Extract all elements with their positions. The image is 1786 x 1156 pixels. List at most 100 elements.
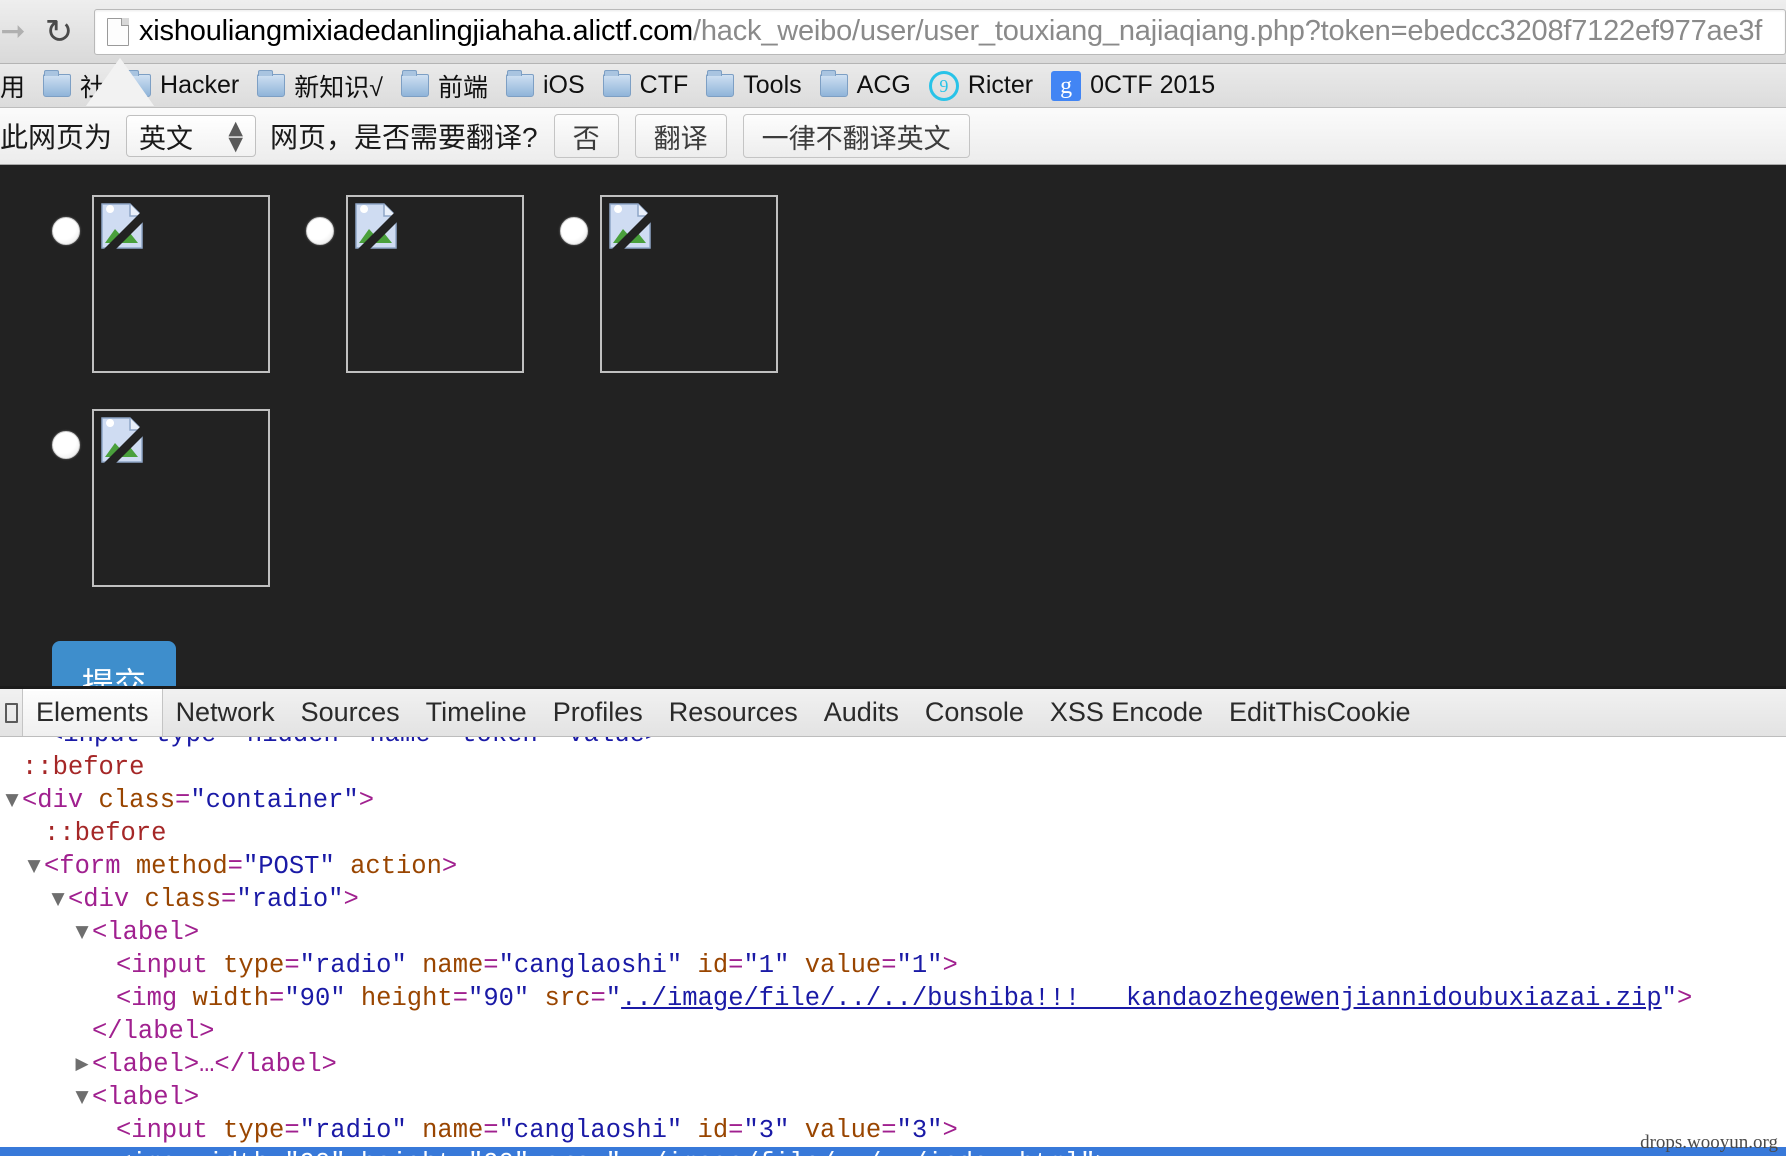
avatar-image-2[interactable]: [346, 195, 524, 373]
radio-label-4[interactable]: [52, 409, 270, 587]
devtools-tabbar: Elements Network Sources Timeline Profil…: [0, 689, 1786, 737]
avatar-image-4[interactable]: [92, 409, 270, 587]
dom-line-clipped[interactable]: <input type="hidden" name="token" value>: [0, 737, 1786, 751]
translate-button[interactable]: 翻译: [635, 114, 727, 158]
twisty-open-icon[interactable]: ▼: [72, 1081, 92, 1114]
twisty-open-icon[interactable]: ▼: [2, 784, 22, 817]
ricter-circle-icon: 9: [929, 71, 959, 101]
folder-icon: [603, 74, 631, 97]
chevron-up-down-icon: ▲▼: [228, 120, 243, 152]
radio-input-2[interactable]: [306, 217, 334, 245]
radio-group: [52, 195, 832, 623]
bookmark-label: ACG: [857, 71, 911, 100]
twisty-closed-icon[interactable]: ▶: [72, 1048, 92, 1081]
dom-line-input-1[interactable]: <input type="radio" name="canglaoshi" id…: [0, 949, 1786, 982]
forward-arrow-icon[interactable]: ➞: [0, 17, 34, 47]
dom-line-input-3[interactable]: <input type="radio" name="canglaoshi" id…: [0, 1114, 1786, 1147]
translate-no-button[interactable]: 否: [554, 114, 619, 158]
watermark: drops.wooyun.org: [1640, 1132, 1778, 1154]
submit-button[interactable]: 提交: [52, 641, 176, 686]
folder-icon: [43, 74, 71, 97]
url-host: xishouliangmixiadedanlingjiahaha.alictf.…: [139, 15, 693, 47]
bookmark-label: Hacker: [160, 71, 239, 100]
bookmarks-bar: 用 社 Hacker 新知识√ 前端 iOS CTF Tools: [0, 64, 1786, 108]
bookmark-item-ricter[interactable]: 9 Ricter: [920, 68, 1042, 104]
radio-label-3[interactable]: [560, 195, 778, 373]
bookmark-label: 用: [0, 68, 25, 104]
url-text: xishouliangmixiadedanlingjiahaha.alictf.…: [139, 15, 1762, 48]
translate-infobar: 此网页为 英文 ▲▼ 网页，是否需要翻译? 否 翻译 一律不翻译英文: [0, 108, 1786, 165]
broken-image-icon: [100, 203, 144, 249]
bookmark-item-0[interactable]: 用: [0, 68, 34, 104]
radio-input-1[interactable]: [52, 217, 80, 245]
page-document-icon: [107, 18, 129, 46]
active-tab-pointer: [86, 58, 154, 106]
img-src-link-3[interactable]: ../image/file/../../index.html: [621, 1147, 1080, 1156]
dom-line-label-open-1[interactable]: ▼<label>: [0, 916, 1786, 949]
translate-never-button[interactable]: 一律不翻译英文: [743, 114, 970, 158]
twisty-open-icon[interactable]: ▼: [24, 850, 44, 883]
tab-sources[interactable]: Sources: [288, 689, 413, 736]
dom-line-img-1[interactable]: <img width="90" height="90" src="../imag…: [0, 982, 1786, 1015]
page-viewport: 提交: [0, 165, 1786, 686]
tab-audits[interactable]: Audits: [811, 689, 912, 736]
twisty-open-icon[interactable]: ▼: [48, 883, 68, 916]
browser-chrome: ➞ ↻ xishouliangmixiadedanlingjiahaha.ali…: [0, 0, 1786, 108]
broken-image-icon: [608, 203, 652, 249]
language-select[interactable]: 英文 ▲▼: [126, 115, 256, 157]
bookmark-label: CTF: [640, 71, 689, 100]
language-select-value: 英文: [139, 117, 193, 156]
tab-elements[interactable]: Elements: [22, 689, 163, 736]
twisty-open-icon[interactable]: ▼: [72, 916, 92, 949]
dom-line-img-3-selected[interactable]: <img width="90" height="90" src="../imag…: [0, 1147, 1786, 1156]
broken-image-icon: [354, 203, 398, 249]
address-bar[interactable]: xishouliangmixiadedanlingjiahaha.alictf.…: [94, 9, 1786, 55]
bookmark-item-0ctf[interactable]: g 0CTF 2015: [1042, 68, 1224, 104]
bookmark-label: Ricter: [968, 71, 1033, 100]
tab-edit-this-cookie[interactable]: EditThisCookie: [1216, 689, 1424, 736]
container: 提交: [0, 165, 1786, 686]
tab-profiles[interactable]: Profiles: [540, 689, 656, 736]
dom-line-div-radio[interactable]: ▼<div class="radio">: [0, 883, 1786, 916]
google-icon: g: [1051, 71, 1081, 101]
bookmark-item-xinzhishi[interactable]: 新知识√: [248, 68, 392, 104]
tab-xss-encode[interactable]: XSS Encode: [1037, 689, 1216, 736]
translate-prefix: 此网页为: [0, 116, 112, 156]
dom-line-label-collapsed-2[interactable]: ▶<label>…</label>: [0, 1048, 1786, 1081]
tab-network[interactable]: Network: [163, 689, 288, 736]
dom-line-form[interactable]: ▼<form method="POST" action>: [0, 850, 1786, 883]
dom-line-label-open-3[interactable]: ▼<label>: [0, 1081, 1786, 1114]
folder-icon: [706, 74, 734, 97]
translate-question: 网页，是否需要翻译?: [270, 116, 538, 156]
bookmark-item-qianduan[interactable]: 前端: [392, 68, 497, 104]
dom-line-before-2[interactable]: ::before: [0, 817, 1786, 850]
img-src-link-1[interactable]: ../image/file/../../bushiba!!! kandaozhe…: [621, 982, 1662, 1015]
dom-tree: <input type="hidden" name="token" value>…: [0, 737, 1786, 1156]
dom-line-before-1[interactable]: ::before: [0, 751, 1786, 784]
dom-line-div-container[interactable]: ▼<div class="container">: [0, 784, 1786, 817]
tab-resources[interactable]: Resources: [656, 689, 811, 736]
bookmark-item-tools[interactable]: Tools: [697, 68, 810, 104]
reload-icon[interactable]: ↻: [34, 15, 84, 49]
bookmark-item-ctf[interactable]: CTF: [594, 68, 698, 104]
tab-timeline[interactable]: Timeline: [413, 689, 540, 736]
avatar-image-3[interactable]: [600, 195, 778, 373]
radio-label-2[interactable]: [306, 195, 524, 373]
dock-panel-icon[interactable]: [0, 689, 22, 736]
folder-icon: [820, 74, 848, 97]
radio-input-4[interactable]: [52, 431, 80, 459]
radio-label-1[interactable]: [52, 195, 270, 373]
browser-toolbar: ➞ ↻ xishouliangmixiadedanlingjiahaha.ali…: [0, 0, 1786, 64]
folder-icon: [401, 74, 429, 97]
bookmark-label: 前端: [438, 68, 488, 104]
radio-input-3[interactable]: [560, 217, 588, 245]
devtools-panel: Elements Network Sources Timeline Profil…: [0, 686, 1786, 1156]
bookmark-label: 新知识√: [294, 68, 383, 104]
avatar-image-1[interactable]: [92, 195, 270, 373]
dom-line-label-close-1[interactable]: </label>: [0, 1015, 1786, 1048]
tab-console[interactable]: Console: [912, 689, 1037, 736]
folder-icon: [257, 74, 285, 97]
bookmark-item-ios[interactable]: iOS: [497, 68, 594, 104]
folder-icon: [506, 74, 534, 97]
bookmark-item-acg[interactable]: ACG: [811, 68, 920, 104]
